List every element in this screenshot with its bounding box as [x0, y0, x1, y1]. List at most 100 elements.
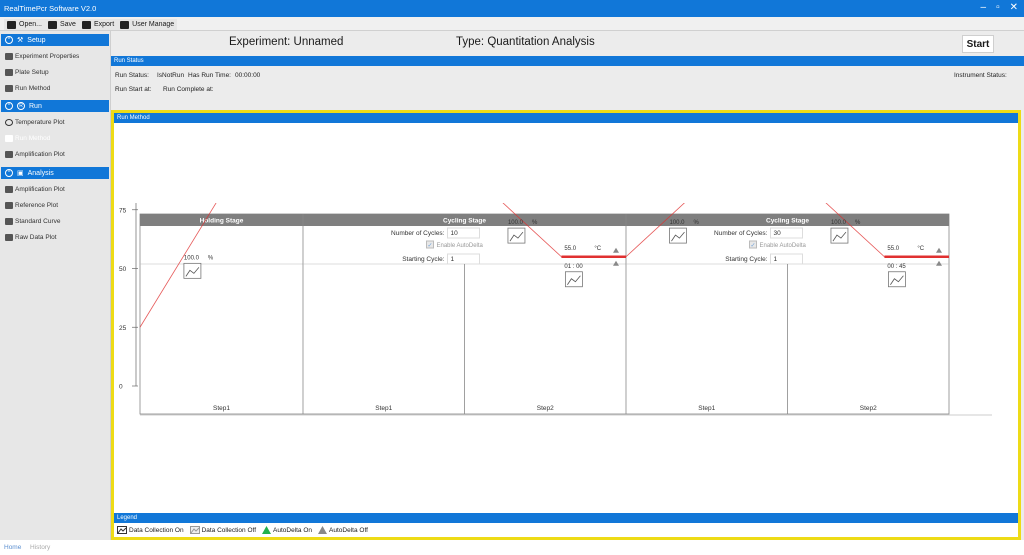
- plate-icon: [5, 69, 13, 76]
- sidebar-item-standard-curve[interactable]: Standard Curve: [5, 218, 61, 225]
- sidebar-item-amplification-plot[interactable]: Amplification Plot: [5, 186, 65, 193]
- properties-icon: [5, 53, 13, 60]
- y-tick-label: 50: [119, 266, 127, 273]
- run-status-label: Run Status:: [115, 72, 149, 79]
- y-tick-label: 25: [119, 325, 127, 332]
- sidebar-item-label: Run Method: [15, 85, 51, 92]
- run-method-icon: [5, 135, 13, 142]
- sidebar-item-label: Plate Setup: [15, 69, 49, 76]
- home-link[interactable]: Home: [4, 544, 21, 551]
- sidebar-section-setup[interactable]: ^ ⚒ Setup: [1, 34, 109, 46]
- maximize-icon[interactable]: ▫: [996, 2, 1000, 13]
- y-tick-label: 0: [119, 384, 123, 391]
- toolbar: Open... Save Export User Manage: [0, 17, 1024, 31]
- legend-header: Legend: [114, 513, 1018, 523]
- folder-open-icon: [7, 20, 16, 29]
- sidebar-section-analysis[interactable]: ^ ▣ Analysis: [1, 167, 109, 179]
- step-temp-unit: °C: [917, 246, 924, 252]
- ramp-rate: 100.0: [669, 220, 685, 226]
- sidebar-item-raw-data-plot[interactable]: Raw Data Plot: [5, 234, 57, 241]
- sidebar-item-temperature-plot[interactable]: Temperature Plot: [5, 119, 65, 126]
- start-cycle-value: 1: [451, 256, 455, 263]
- ramp-rate-unit: %: [208, 255, 214, 261]
- minimize-icon[interactable]: –: [981, 2, 987, 13]
- sidebar-item-label: Run Method: [15, 135, 51, 142]
- window-controls: – ▫ ✕: [981, 2, 1019, 13]
- sidebar: ^ ⚒ Setup Experiment Properties Plate Se…: [0, 31, 111, 540]
- legend-label: Data Collection On: [129, 526, 184, 534]
- export-label: Export: [93, 21, 115, 28]
- check-icon: ✓: [428, 243, 433, 249]
- save-button[interactable]: Save: [47, 20, 76, 29]
- legend-label: AutoDelta Off: [329, 526, 368, 534]
- sidebar-item-run-method-run[interactable]: Run Method: [5, 135, 50, 142]
- step-time: 01 : 00: [564, 264, 583, 270]
- sidebar-item-label: Raw Data Plot: [15, 234, 57, 241]
- export-icon: [81, 20, 91, 29]
- step-label: Step1: [213, 405, 230, 412]
- sidebar-item-experiment-properties[interactable]: Experiment Properties: [5, 53, 79, 60]
- sidebar-item-label: Amplification Plot: [15, 151, 65, 158]
- open-button[interactable]: Open...: [7, 20, 42, 29]
- legend-label: AutoDelta On: [273, 526, 313, 534]
- sidebar-item-reference-plot[interactable]: Reference Plot: [5, 202, 58, 209]
- sidebar-item-plate-setup[interactable]: Plate Setup: [5, 69, 49, 76]
- sidebar-item-label: Reference Plot: [15, 202, 58, 209]
- run-method-panel: Run Method 1007550250Holding StageStep1C…: [111, 110, 1021, 540]
- sidebar-item-label: Amplification Plot: [15, 186, 65, 193]
- open-label: Open...: [19, 21, 42, 28]
- ramp-rate-unit: %: [532, 220, 538, 226]
- step-time: 00 : 45: [887, 264, 906, 270]
- app-title: RealTimePcr Software V2.0: [4, 4, 97, 13]
- export-button[interactable]: Export: [81, 20, 115, 29]
- sidebar-item-label: Temperature Plot: [15, 119, 65, 126]
- grid-icon: [5, 186, 13, 193]
- ramp-rate-unit: %: [693, 220, 699, 226]
- run-method-header: Run Method: [114, 113, 1018, 123]
- user-manage-button[interactable]: User Manage: [120, 20, 175, 29]
- stage-title: Cycling Stage: [766, 218, 809, 225]
- section-label: Run: [29, 102, 42, 110]
- temperature-icon: [5, 119, 13, 126]
- legend-item: AutoDelta On: [262, 526, 312, 534]
- raw-data-icon: [5, 234, 13, 241]
- ramp-rate: 100.0: [508, 220, 524, 226]
- history-link[interactable]: History: [30, 544, 50, 551]
- ramp-rate: 100.0: [831, 220, 847, 226]
- sidebar-section-run[interactable]: ^ R Run: [1, 100, 109, 112]
- section-label: Analysis: [27, 169, 54, 177]
- sidebar-item-run-method-setup[interactable]: Run Method: [5, 85, 50, 92]
- sidebar-item-label: Experiment Properties: [15, 53, 80, 60]
- run-status-header: Run Status: [111, 56, 1024, 66]
- step-label: Step2: [860, 405, 877, 412]
- has-run-time-label: Has Run Time:: [188, 72, 231, 79]
- start-button[interactable]: Start: [962, 35, 994, 53]
- title-bar: RealTimePcr Software V2.0 – ▫ ✕: [0, 0, 1024, 17]
- cycles-value: 10: [451, 230, 459, 237]
- autodelta-label: Enable AutoDelta: [760, 243, 807, 249]
- has-run-time-value: 00:00:00: [235, 72, 261, 79]
- sidebar-item-amplification-plot-run[interactable]: Amplification Plot: [5, 151, 65, 158]
- step-temp: 55.0: [564, 246, 576, 252]
- section-label: Setup: [27, 36, 46, 44]
- close-icon[interactable]: ✕: [1010, 2, 1018, 13]
- cycles-label: Number of Cycles:: [714, 230, 768, 237]
- stage-title: Cycling Stage: [443, 218, 486, 225]
- experiment-header: Experiment: Unnamed Type: Quantitation A…: [111, 31, 1024, 54]
- start-cycle-label: Starting Cycle:: [725, 256, 767, 263]
- user-manage-label: User Manage: [132, 21, 175, 28]
- ramp-rate: 100.0: [184, 255, 200, 261]
- profile-frame: [139, 213, 950, 415]
- line-chart-icon: [5, 202, 13, 209]
- experiment-name: Experiment: Unnamed: [229, 36, 344, 48]
- legend-label: Data Collection Off: [201, 526, 256, 534]
- toolbar-group: Open... Save Export User Manage: [4, 19, 178, 30]
- thermal-profile-chart: 1007550250Holding StageStep1Cycling Stag…: [119, 203, 992, 416]
- run-method-icon: [5, 85, 13, 92]
- autodelta-on-icon: [262, 526, 271, 534]
- experiment-type: Type: Quantitation Analysis: [456, 36, 595, 48]
- ramp-rate-unit: %: [855, 220, 861, 226]
- run-start-label: Run Start at:: [115, 86, 152, 93]
- legend: Data Collection On Data Collection Off A…: [117, 526, 368, 534]
- data-collection-off-icon: [189, 526, 200, 534]
